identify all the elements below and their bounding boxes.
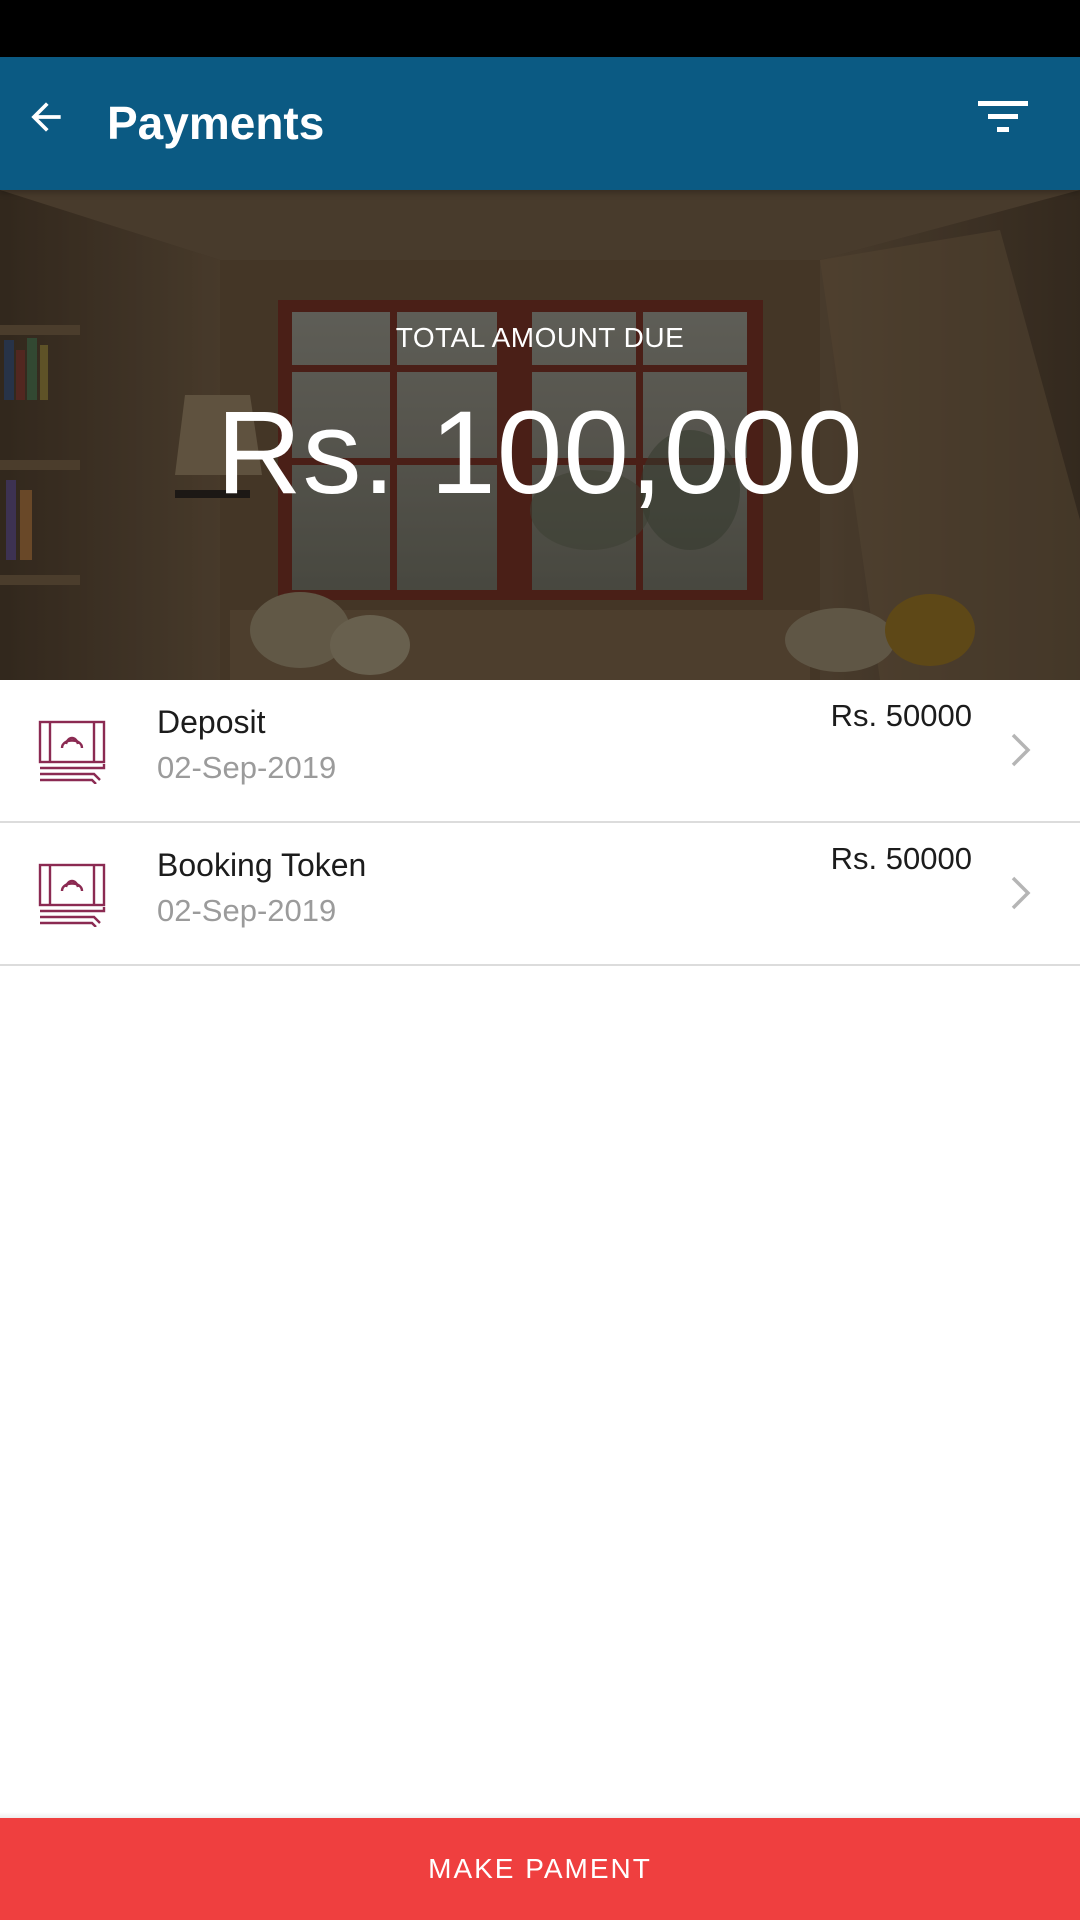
status-bar <box>0 0 1080 57</box>
page-title: Payments <box>107 97 325 149</box>
total-amount-due-label: TOTAL AMOUNT DUE <box>395 322 685 353</box>
payment-row-booking-token[interactable]: Booking Token 02-Sep-2019 Rs. 50000 <box>0 823 1080 966</box>
total-due-banner: TOTAL AMOUNT DUE Rs. 100,000 <box>0 190 1080 680</box>
back-button[interactable] <box>16 87 76 147</box>
total-amount-value: Rs. 100,000 <box>216 387 864 519</box>
payment-title: Booking Token <box>157 847 367 883</box>
cash-stack-icon <box>38 720 106 784</box>
chevron-right-icon <box>1011 876 1031 910</box>
payments-screen: Payments TOTAL AMOUNT DUE Rs. 100,000 De… <box>0 0 1080 1920</box>
chevron-right-icon <box>1011 733 1031 767</box>
payment-amount: Rs. 50000 <box>830 841 972 876</box>
cash-stack-icon <box>38 863 106 927</box>
payment-date: 02-Sep-2019 <box>157 750 337 785</box>
payment-amount: Rs. 50000 <box>830 698 972 733</box>
payment-title: Deposit <box>157 704 266 740</box>
arrow-left-icon <box>31 102 61 132</box>
filter-button[interactable] <box>966 87 1040 147</box>
payment-row-deposit[interactable]: Deposit 02-Sep-2019 Rs. 50000 <box>0 680 1080 823</box>
app-bar: Payments <box>0 57 1080 190</box>
payment-date: 02-Sep-2019 <box>157 893 337 928</box>
filter-icon <box>978 101 1028 132</box>
payments-list: Deposit 02-Sep-2019 Rs. 50000 Booking To… <box>0 680 1080 966</box>
make-payment-button[interactable]: MAKE PAMENT <box>0 1818 1080 1920</box>
